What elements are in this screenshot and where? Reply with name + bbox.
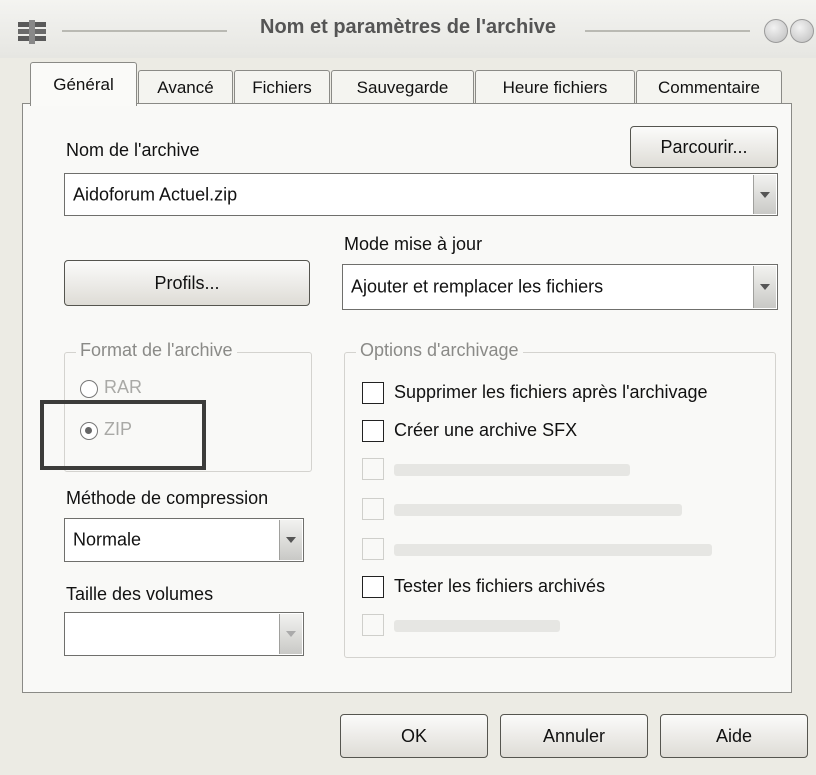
create-sfx-checkbox[interactable] — [362, 420, 384, 442]
dropdown-arrow-icon[interactable] — [279, 520, 302, 560]
test-files-checkbox[interactable] — [362, 576, 384, 598]
disabled-option-label — [394, 620, 560, 632]
delete-files-label: Supprimer les fichiers après l'archivage — [394, 382, 708, 402]
archiving-options-group-title: Options d'archivage — [356, 340, 523, 361]
compression-method-select[interactable]: Normale — [64, 518, 304, 562]
ok-button[interactable]: OK — [340, 714, 488, 758]
window-title: Nom et paramètres de l'archive — [260, 16, 556, 38]
help-button[interactable]: Aide — [660, 714, 808, 758]
tab-general[interactable]: Général — [30, 62, 137, 106]
compression-method-value: Normale — [73, 529, 142, 550]
dropdown-arrow-icon[interactable] — [753, 175, 776, 214]
tab-advanced[interactable]: Avancé — [138, 70, 233, 104]
tab-backup[interactable]: Sauvegarde — [331, 70, 474, 104]
compression-method-label: Méthode de compression — [66, 488, 269, 508]
archive-name-label: Nom de l'archive — [66, 140, 200, 160]
disabled-option-checkbox — [362, 614, 384, 636]
create-sfx-label: Créer une archive SFX — [394, 420, 578, 440]
update-mode-select[interactable]: Ajouter et remplacer les fichiers — [342, 264, 778, 310]
archive-name-value: Aidoforum Actuel.zip — [73, 184, 238, 204]
volume-size-label: Taille des volumes — [66, 584, 214, 604]
volume-size-combobox[interactable] — [64, 612, 304, 656]
dropdown-arrow-icon[interactable] — [279, 614, 302, 654]
profiles-button[interactable]: Profils... — [64, 260, 310, 306]
update-mode-value: Ajouter et remplacer les fichiers — [351, 276, 604, 297]
tab-files[interactable]: Fichiers — [234, 70, 330, 104]
browse-button[interactable]: Parcourir... — [630, 126, 778, 168]
disabled-option-label — [394, 544, 712, 556]
tab-file-time[interactable]: Heure fichiers — [475, 70, 635, 104]
disabled-option-label — [394, 504, 682, 516]
rar-radio[interactable] — [80, 380, 98, 398]
test-files-label: Tester les fichiers archivés — [394, 576, 606, 596]
cancel-button[interactable]: Annuler — [500, 714, 648, 758]
rar-radio-label: RAR — [104, 377, 143, 397]
dropdown-arrow-icon[interactable] — [753, 266, 776, 308]
highlight-box — [40, 400, 206, 470]
disabled-option-checkbox — [362, 538, 384, 560]
title-bar: Nom et paramètres de l'archive — [0, 0, 816, 58]
disabled-option-checkbox — [362, 458, 384, 480]
update-mode-label: Mode mise à jour — [344, 234, 483, 254]
archive-name-combobox[interactable]: Aidoforum Actuel.zip — [64, 173, 778, 216]
archive-format-group-title: Format de l'archive — [76, 340, 237, 361]
delete-files-checkbox[interactable] — [362, 382, 384, 404]
close-circle-button[interactable] — [790, 19, 814, 43]
disabled-option-checkbox — [362, 498, 384, 520]
help-circle-button[interactable] — [764, 19, 788, 43]
disabled-option-label — [394, 464, 630, 476]
tab-comment[interactable]: Commentaire — [636, 70, 782, 104]
